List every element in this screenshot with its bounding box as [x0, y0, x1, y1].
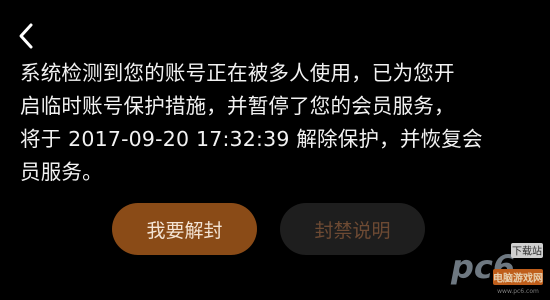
account-protection-message: 系统检测到您的账号正在被多人使用，已为您开 启临时账号保护措施，并暂停了您的会员… [20, 61, 483, 184]
watermark-tagline: 电脑游戏网 [493, 272, 543, 285]
watermark-url: www.pc6.com [497, 288, 539, 295]
pc6-watermark-logo: pc6 下载站 电脑游戏网 www.pc6.com [450, 243, 543, 295]
back-button[interactable] [12, 20, 40, 52]
chevron-left-icon [19, 23, 33, 49]
watermark-badge-text: 下载站 [512, 245, 542, 258]
unblock-button[interactable]: 我要解封 [112, 203, 257, 255]
ban-explanation-button[interactable]: 封禁说明 [280, 203, 425, 255]
